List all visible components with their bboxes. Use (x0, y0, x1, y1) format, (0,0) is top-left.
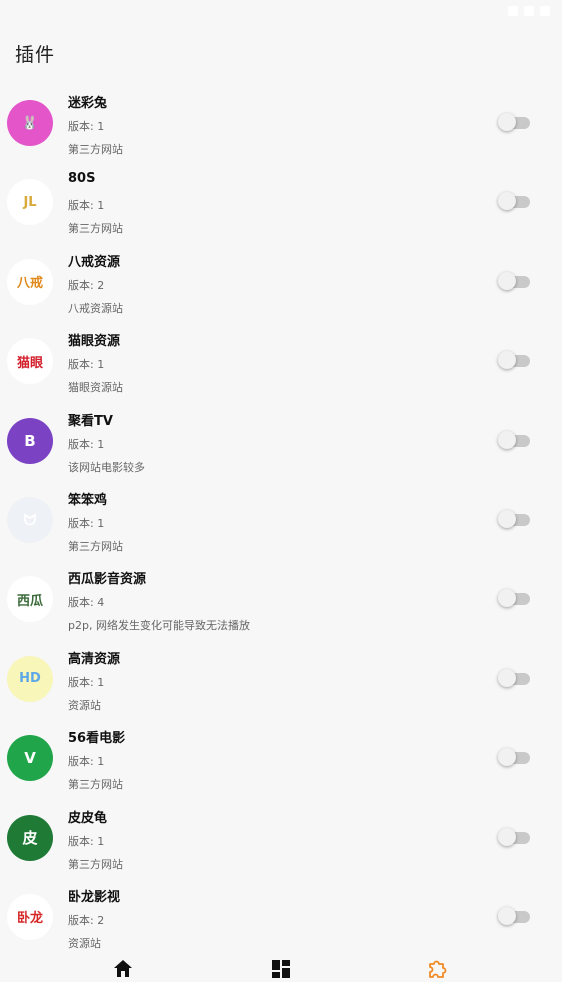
grid-icon (272, 960, 290, 978)
plugin-description: 猫眼资源站 (68, 381, 123, 395)
plugin-name: 皮皮龟 (68, 810, 108, 826)
plugin-version: 版本: 1 (68, 358, 105, 372)
plugin-row[interactable]: 皮皮皮龟版本: 1 第三方网站 (0, 799, 562, 878)
plugin-version: 版本: 1 (68, 755, 105, 769)
gaoqing-logo-icon: HD (7, 655, 53, 702)
plugin-version: 版本: 1 (68, 120, 105, 133)
status-bar (0, 0, 562, 22)
xigua-logo-icon: 西瓜 (7, 576, 53, 623)
toggle-knob (498, 271, 516, 290)
plugin-name: 卧龙影视 (68, 889, 121, 905)
wifi-icon (508, 6, 518, 16)
plugin-name: 高清资源 (68, 651, 121, 667)
benbenji-logo-icon: ᗢ (7, 496, 53, 543)
plugin-description: 该网站电影较多 (68, 460, 145, 474)
plugin-version: 版本: 1 (68, 199, 105, 213)
toggle-knob (498, 906, 516, 925)
plugin-row[interactable]: 猫眼 猫眼资源版本: 1 猫眼资源站 (0, 322, 562, 401)
plugin-enable-toggle[interactable] (498, 351, 530, 370)
plugin-name: 猫眼资源 (68, 334, 121, 350)
plugin-row[interactable]: ᗢ 笨笨鸡版本: 1 第三方网站 (0, 481, 562, 560)
toggle-knob (498, 509, 516, 528)
home-icon (114, 960, 132, 977)
plugin-description: 八戒资源站 (68, 301, 123, 315)
bajie-logo-icon: 八戒 (7, 258, 53, 305)
plugin-name: 聚看TV (68, 413, 113, 429)
plugin-name: 56看电影 (68, 731, 126, 747)
plugin-description: 第三方网站 (68, 143, 123, 156)
plugin-version: 版本: 1 (68, 516, 105, 530)
plugin-name: 西瓜影音资源 (68, 572, 147, 588)
plugin-enable-toggle[interactable] (498, 589, 530, 608)
puzzle-icon (429, 960, 447, 978)
plugin-description: 资源站 (68, 936, 101, 950)
plugin-description: 第三方网站 (68, 778, 123, 792)
wolong-logo-icon: 卧龙 (7, 893, 53, 940)
maoyan-logo-icon: 猫眼 (7, 338, 53, 385)
plugin-enable-toggle[interactable] (498, 192, 530, 211)
plugin-enable-toggle[interactable] (498, 827, 530, 846)
plugin-version: 版本: 1 (68, 834, 105, 848)
plugin-row[interactable]: V 56看电影版本: 1 第三方网站 (0, 719, 562, 798)
plugin-list: 🐰 迷彩兔 版本: 1 第三方网站 JL 80S 版本: 1 第三方网站 八戒 八戒资源 版本: 2… (0, 84, 562, 957)
plugin-version: 版本: 4 (68, 596, 105, 610)
plugin-description: 资源站 (68, 698, 101, 712)
plugin-enable-toggle[interactable] (498, 906, 530, 925)
plugin-row[interactable]: 西瓜 西瓜影音资源 版本: 4 p2p, 网络发生变化可能导致无法播放 (0, 560, 562, 639)
plugin-version: 版本: 2 (68, 913, 105, 927)
plugin-version: 版本: 2 (68, 278, 105, 292)
plugin-enable-toggle[interactable] (498, 748, 530, 767)
rabbit-icon: 🐰 (7, 100, 53, 146)
plugin-enable-toggle[interactable] (498, 430, 530, 449)
plugin-description: p2p, 网络发生变化可能导致无法播放 (68, 619, 250, 633)
nav-plugins-button[interactable] (426, 958, 448, 978)
plugin-description: 第三方网站 (68, 857, 123, 871)
plugin-version: 版本: 1 (68, 675, 105, 689)
80s-logo-icon: JL (7, 179, 53, 226)
plugin-row[interactable]: B 聚看TV 版本: 1 该网站电影较多 (0, 402, 562, 481)
plugin-name: 迷彩兔 (68, 96, 108, 111)
plugin-enable-toggle[interactable] (498, 271, 530, 290)
plugin-description: 第三方网站 (68, 222, 123, 236)
toggle-knob (498, 748, 516, 767)
plugin-enable-toggle[interactable] (498, 113, 530, 131)
toggle-knob (498, 113, 516, 131)
plugin-row[interactable]: JL 80S 版本: 1 第三方网站 (0, 163, 562, 242)
plugin-name: 笨笨鸡 (68, 492, 108, 508)
page-title: 插件 (15, 44, 56, 66)
pipigui-logo-icon: 皮 (7, 814, 53, 861)
nav-home-button[interactable] (112, 958, 134, 978)
plugin-enable-toggle[interactable] (498, 509, 530, 528)
plugin-description: 第三方网站 (68, 539, 123, 553)
plugin-name: 80S (68, 171, 96, 187)
plugin-row[interactable]: HD 高清资源版本: 1 资源站 (0, 640, 562, 719)
v-logo-icon: V (7, 735, 53, 782)
toggle-knob (498, 430, 516, 449)
toggle-knob (498, 668, 516, 687)
bottom-navigation (0, 953, 562, 978)
battery-icon (540, 6, 550, 16)
plugin-row[interactable]: 🐰 迷彩兔版本: 1 第三方网站 (0, 84, 562, 163)
plugin-version: 版本: 1 (68, 437, 105, 451)
plugin-row[interactable]: 八戒 八戒资源版本: 2 八戒资源站 (0, 243, 562, 322)
nav-dashboard-button[interactable] (270, 958, 292, 978)
signal-icon (524, 6, 534, 16)
jukan-tv-logo-icon: B (7, 417, 53, 464)
plugin-name: 八戒资源 (68, 254, 121, 270)
plugin-enable-toggle[interactable] (498, 668, 530, 687)
plugin-row[interactable]: 卧龙 卧龙影视版本: 2 资源站 (0, 878, 562, 957)
toggle-knob (498, 827, 516, 846)
